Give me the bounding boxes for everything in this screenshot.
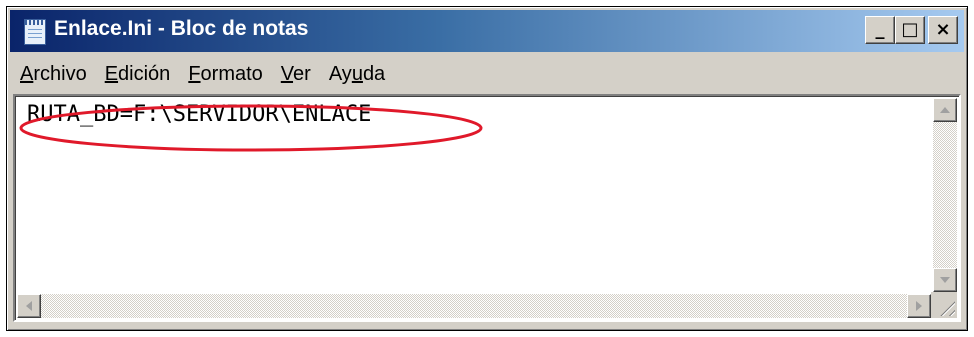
maximize-button[interactable]: □ <box>895 16 925 44</box>
editor-text[interactable]: RUTA_BD=F:\SERVIDOR\ENLACE <box>27 102 371 127</box>
text-editor[interactable]: RUTA_BD=F:\SERVIDOR\ENLACE <box>13 94 961 322</box>
arrow-up-icon <box>940 107 950 113</box>
menu-bar: Archivo Edición Formato Ver Ayuda <box>10 56 964 92</box>
menu-edicion[interactable]: Edición <box>97 63 179 86</box>
arrow-left-icon <box>26 301 32 311</box>
menu-ver[interactable]: Ver <box>273 63 319 86</box>
close-button[interactable]: × <box>928 16 958 44</box>
menu-ayuda[interactable]: Ayuda <box>321 63 393 86</box>
menu-formato[interactable]: Formato <box>180 63 270 86</box>
resize-grip-icon[interactable] <box>931 292 957 318</box>
vertical-scrollbar[interactable] <box>933 98 957 292</box>
arrow-right-icon <box>916 301 922 311</box>
notepad-icon[interactable] <box>24 19 46 45</box>
scroll-up-button[interactable] <box>933 98 957 122</box>
horizontal-scrollbar[interactable] <box>17 294 931 318</box>
window-controls: _ □ × <box>865 16 958 44</box>
title-bar[interactable]: Enlace.Ini - Bloc de notas _ □ × <box>10 10 964 52</box>
window-title: Enlace.Ini - Bloc de notas <box>54 17 309 40</box>
minimize-button[interactable]: _ <box>865 16 895 44</box>
menu-archivo[interactable]: Archivo <box>12 63 95 86</box>
arrow-down-icon <box>940 277 950 283</box>
scroll-right-button[interactable] <box>907 294 931 318</box>
scroll-down-button[interactable] <box>933 268 957 292</box>
notepad-window: Enlace.Ini - Bloc de notas _ □ × Archivo… <box>6 6 968 331</box>
scroll-left-button[interactable] <box>17 294 41 318</box>
